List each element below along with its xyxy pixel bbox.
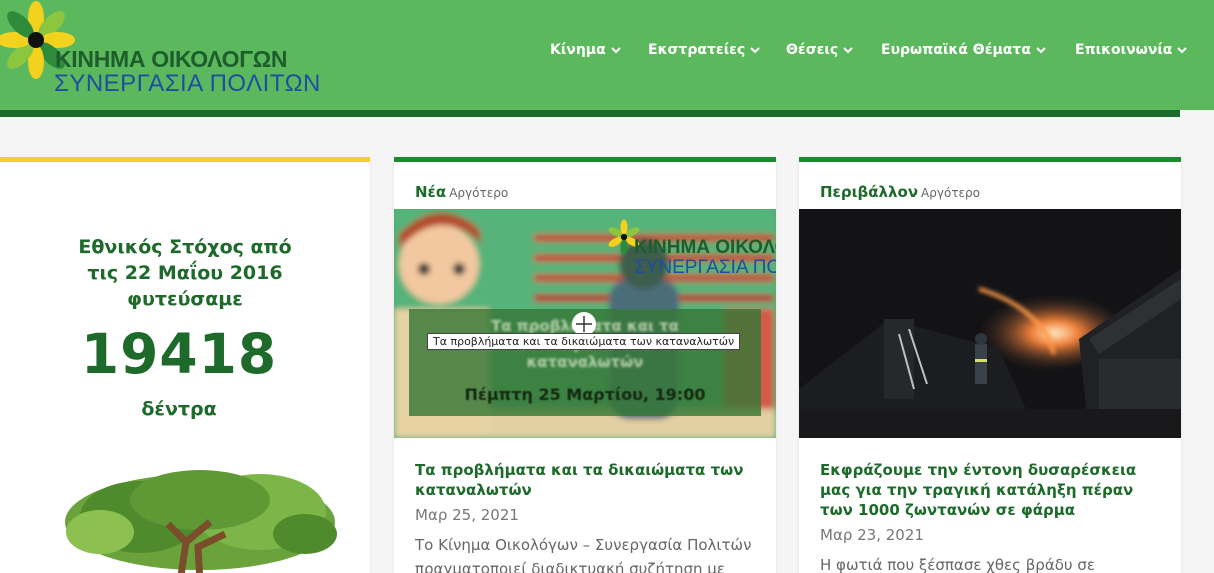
card-category: Περιβάλλον Αργότερο [820, 182, 980, 201]
card-excerpt: Το Κίνημα Οικολόγων – Συνεργασία Πολιτών… [415, 536, 752, 573]
card-category: Νέα Αργότερο [415, 182, 508, 201]
nav-label: Επικοινωνία [1075, 42, 1173, 58]
chevron-down-icon [1177, 47, 1188, 54]
category-link[interactable]: Νέα [415, 183, 446, 201]
goal-text: Εθνικός Στόχος από τις 22 Μαΐου 2016 φυτ… [78, 236, 292, 310]
nav-label: Εκστρατείες [648, 42, 746, 58]
tree-goal-widget: Εθνικός Στόχος από τις 22 Μαΐου 2016 φυτ… [0, 157, 370, 573]
goal-unit: δέντρα [141, 398, 217, 420]
news-card: Περιβάλλον Αργότερο Εκφράζουμε την έντον… [799, 157, 1181, 573]
nav-label: Κίνημα [550, 42, 606, 58]
chevron-down-icon [611, 47, 621, 54]
image-tooltip: Τα προβλήματα και τα δικαιώματα των κατα… [427, 333, 741, 350]
site-header: ΚΙΝΗΜΑ ΟΙΚΟΛΟΓΩΝ ΣΥΝΕΡΓΑΣΙΑ ΠΟΛΙΤΩΝ Κίνη… [0, 0, 1214, 110]
logo-subtitle: ΣΥΝΕΡΓΑΣΙΑ ΠΟΛΙΤΩΝ [54, 70, 321, 97]
card-date: Μαρ 25, 2021 [415, 506, 519, 524]
poster-logo-title: ΚΙΝΗΜΑ ΟΙΚΟΛΟΓΩΝ [634, 237, 776, 258]
nav-item-epikoinonia[interactable]: Επικοινωνία [1075, 40, 1188, 60]
tree-illustration [65, 470, 337, 573]
header-divider [0, 110, 1180, 117]
nav-item-kinima[interactable]: Κίνημα [550, 40, 622, 60]
goal-number: 19418 [80, 322, 278, 386]
nav-item-evropaika-themata[interactable]: Ευρωπαϊκά Θέματα [881, 40, 1047, 60]
chevron-down-icon [1036, 47, 1046, 54]
card-image[interactable] [799, 209, 1181, 438]
category-link[interactable]: Περιβάλλον [820, 183, 918, 201]
poster-logo-subtitle: ΣΥΝΕΡΓΑΣΙΑ ΠΟΛΙΤΩΝ [634, 257, 776, 278]
card-title-link[interactable]: Εκφράζουμε την έντονη δυσαρέσκεια μας γι… [820, 460, 1165, 520]
site-logo[interactable]: ΚΙΝΗΜΑ ΟΙΚΟΛΟΓΩΝ ΣΥΝΕΡΓΑΣΙΑ ΠΟΛΙΤΩΝ [0, 1, 320, 102]
chevron-down-icon [750, 47, 760, 54]
poster-date: Πέμπτη 25 Μαρτίου, 19:00 [464, 385, 706, 404]
nav-item-ekstrateies[interactable]: Εκστρατείες [648, 40, 761, 60]
nav-item-theseis[interactable]: Θέσεις [786, 40, 854, 60]
card-image[interactable]: ΚΙΝΗΜΑ ΟΙΚΟΛΟΓΩΝ ΣΥΝΕΡΓΑΣΙΑ ΠΟΛΙΤΩΝ Τα π… [394, 209, 776, 438]
nav-label: Ευρωπαϊκά Θέματα [881, 42, 1031, 58]
card-date: Μαρ 23, 2021 [820, 526, 924, 544]
card-title-link[interactable]: Τα προβλήματα και τα δικαιώματα των κατα… [415, 460, 760, 500]
more-link[interactable]: Αργότερο [921, 186, 980, 200]
chevron-down-icon [843, 47, 853, 54]
more-link[interactable]: Αργότερο [449, 186, 508, 200]
farm-fire-image [799, 209, 1181, 438]
card-excerpt: Η φωτιά που ξέσπασε χθες βράδυ σε [820, 556, 1095, 573]
nav-label: Θέσεις [786, 42, 839, 58]
logo-title: ΚΙΝΗΜΑ ΟΙΚΟΛΟΓΩΝ [55, 46, 288, 72]
news-card: Νέα Αργότερο ΚΙΝΗΜΑ ΟΙΚΟΛ ΣΥΝΕΡΓΑΣΙΑ Π Τ… [394, 157, 776, 573]
